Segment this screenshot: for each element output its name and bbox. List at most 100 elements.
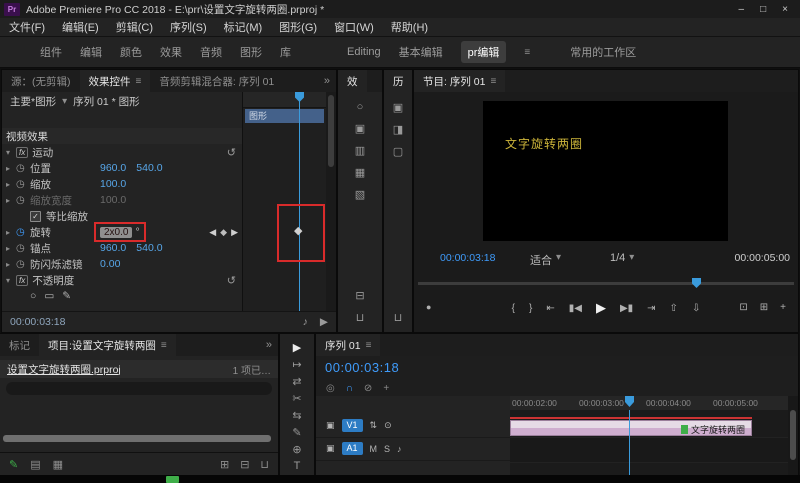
twirl-closed-icon[interactable]: ▸ (6, 180, 16, 189)
new-custom-bin-icon[interactable]: ⊟ (355, 289, 364, 302)
history-step-icon[interactable]: ◨ (393, 123, 403, 136)
workspace-assembly[interactable]: 组件 (40, 44, 62, 60)
position-x-value[interactable]: 960.0 (100, 162, 126, 174)
presets-bin-icon[interactable]: ▣ (355, 122, 365, 135)
workspace-basic-edit[interactable]: 基本编辑 (399, 44, 443, 60)
tab-effects[interactable]: 效 (338, 70, 367, 92)
menu-help[interactable]: 帮助(H) (391, 19, 428, 35)
track-lock-icon[interactable]: ▣ (326, 420, 335, 431)
tab-overflow-icon[interactable]: » (266, 339, 278, 351)
panel-menu-icon[interactable]: ≡ (136, 76, 142, 87)
effect-timeline-ruler[interactable] (243, 92, 326, 108)
mark-in-button[interactable]: { (512, 303, 515, 314)
menu-edit[interactable]: 编辑(E) (62, 19, 99, 35)
transitions-bin-icon[interactable]: ▧ (355, 188, 365, 201)
uniform-scale-row[interactable]: ✓ 等比缩放 (2, 208, 242, 224)
search-icon[interactable]: ○ (357, 101, 364, 113)
timeline-ruler[interactable]: 00:00:02:00 00:00:03:00 00:00:04:00 00:0… (510, 396, 788, 411)
menu-clip[interactable]: 剪辑(C) (116, 19, 153, 35)
add-marker-icon[interactable]: + (383, 383, 389, 394)
workspace-menu-icon[interactable]: ≡ (524, 47, 530, 58)
icon-view-icon[interactable]: ▦ (53, 458, 63, 471)
audio-track-lane[interactable] (510, 437, 788, 463)
snap-icon[interactable]: ∩ (346, 383, 353, 394)
new-bin-icon[interactable]: ⊞ (220, 458, 229, 471)
position-stopwatch-icon[interactable]: ◷ (16, 163, 30, 174)
twirl-closed-icon[interactable]: ▸ (6, 260, 16, 269)
timeline-timecode[interactable]: 00:00:03:18 (325, 360, 399, 375)
menu-sequence[interactable]: 序列(S) (170, 19, 207, 35)
scale-value[interactable]: 100.0 (100, 178, 126, 190)
rotation-keyframe-diamond[interactable]: ◆ (294, 225, 302, 237)
close-button[interactable]: × (782, 4, 788, 15)
step-forward-button[interactable]: ▶▮ (620, 303, 633, 314)
video-track-target-button[interactable]: V1 (342, 419, 363, 432)
zoom-level-dropdown[interactable]: 适合 ▾ (530, 252, 561, 268)
tab-history[interactable]: 历 (384, 70, 412, 92)
scrollbar-thumb[interactable] (328, 95, 334, 167)
effect-controls-timecode[interactable]: 00:00:03:18 (10, 316, 65, 328)
graphics-clip[interactable]: 文字旋转两圈 (510, 420, 752, 436)
timeline-settings-icon[interactable]: ◎ (326, 383, 335, 394)
tab-effect-controls[interactable]: 效果控件 ≡ (80, 70, 151, 92)
play-button[interactable]: ▶ (596, 300, 606, 316)
menu-window[interactable]: 窗口(W) (334, 19, 374, 35)
rect-mask-icon[interactable]: ▭ (44, 290, 54, 302)
menu-graphics[interactable]: 图形(G) (279, 19, 317, 35)
rotation-value[interactable]: 2x0.0 (100, 227, 132, 238)
project-file-row[interactable]: 设置文字旋转两圈.prproj 1 项已… (0, 360, 278, 378)
go-to-in-button[interactable]: ⇤ (546, 303, 554, 314)
twirl-open-icon[interactable]: ▾ (6, 276, 16, 285)
reset-opacity-icon[interactable]: ↺ (227, 274, 236, 287)
twirl-closed-icon[interactable]: ▸ (6, 228, 16, 237)
position-y-value[interactable]: 540.0 (136, 162, 162, 174)
workspace-common-label[interactable]: 常用的工作区 (570, 44, 636, 60)
opacity-effect-row[interactable]: ▾ fx 不透明度 ↺ (2, 272, 242, 288)
go-to-out-button[interactable]: ⇥ (647, 303, 655, 314)
motion-effect-row[interactable]: ▾ fx 运动 ↺ (2, 144, 242, 160)
twirl-open-icon[interactable]: ▾ (6, 148, 16, 157)
anchor-y-value[interactable]: 540.0 (136, 242, 162, 254)
clip-master-dropdown-icon[interactable]: ▾ (62, 96, 67, 107)
hand-tool[interactable]: ⊕ (292, 443, 301, 456)
linked-selection-icon[interactable]: ⊘ (364, 383, 372, 394)
comparison-view-button[interactable]: ⊞ (760, 302, 768, 313)
voiceover-mic-icon[interactable]: ♪ (397, 444, 402, 454)
sync-lock-icon[interactable]: ⇅ (370, 420, 378, 431)
menu-markers[interactable]: 标记(M) (224, 19, 263, 35)
effect-controls-timeline[interactable]: 图形 ◆ (242, 92, 326, 312)
previous-keyframe-button[interactable]: ◀ (209, 227, 216, 238)
play-audio-icon[interactable]: ♪ (303, 316, 308, 328)
workspace-graphics[interactable]: 图形 (240, 44, 262, 60)
lift-button[interactable]: ⇧ (670, 303, 678, 314)
workspace-editing[interactable]: Editing (347, 46, 381, 58)
rotation-row[interactable]: ▸ ◷ 旋转 2x0.0 ° ◀ ◆ ▶ (2, 224, 242, 240)
twirl-closed-icon[interactable]: ▸ (6, 164, 16, 173)
track-select-tool[interactable]: ↦ (292, 358, 301, 371)
effect-controls-scrollbar[interactable] (326, 92, 336, 312)
uniform-scale-checkbox[interactable]: ✓ (30, 211, 41, 222)
workspace-audio[interactable]: 音频 (200, 44, 222, 60)
project-writable-icon[interactable]: ✎ (9, 458, 18, 471)
fx-badge-icon[interactable]: fx (16, 275, 28, 286)
trash-icon[interactable]: ⊔ (260, 458, 269, 471)
workspace-color[interactable]: 颜色 (120, 44, 142, 60)
fx-badge-icon[interactable]: fx (16, 147, 28, 158)
workspace-libraries[interactable]: 库 (280, 44, 291, 60)
history-delete-icon[interactable]: ⊔ (394, 311, 403, 324)
reset-motion-icon[interactable]: ↺ (227, 146, 236, 159)
minimize-button[interactable]: – (739, 4, 745, 15)
program-video-frame[interactable]: 文字旋转两圈 (483, 101, 728, 241)
play-effect-icon[interactable]: ▶ (320, 316, 328, 328)
next-keyframe-button[interactable]: ▶ (231, 227, 238, 238)
anchor-x-value[interactable]: 960.0 (100, 242, 126, 254)
button-editor-icon[interactable]: + (780, 302, 786, 313)
rotation-stopwatch-icon[interactable]: ◷ (16, 227, 30, 238)
scrubber-playhead[interactable] (692, 278, 701, 288)
tab-source-monitor[interactable]: 源：(无剪辑) (2, 70, 80, 92)
position-row[interactable]: ▸ ◷ 位置 960.0 540.0 (2, 160, 242, 176)
tab-overflow-icon[interactable]: » (324, 75, 336, 87)
selection-tool[interactable]: ▶ (293, 341, 301, 354)
panel-menu-icon[interactable]: ≡ (161, 340, 167, 351)
ripple-edit-tool[interactable]: ⇄ (292, 375, 301, 388)
